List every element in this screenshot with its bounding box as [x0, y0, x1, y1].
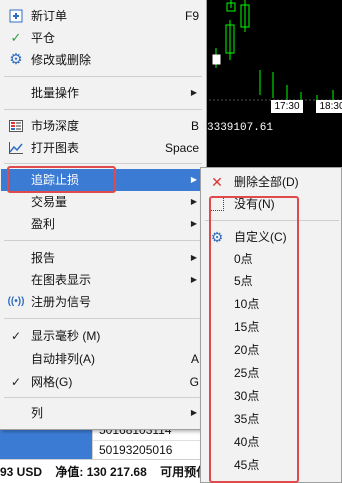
chart-lower-area — [205, 138, 342, 168]
menu-item-shortcut: F9 — [184, 9, 199, 23]
menu-item-label: 在图表显示 — [31, 273, 92, 287]
menu-item-report[interactable]: 报告 ▶ — [1, 247, 205, 269]
menu-item-label: 网格(G) — [31, 375, 73, 389]
menu-item-new-order[interactable]: 新订单 F9 — [1, 5, 205, 27]
submenu-arrow-icon: ▶ — [190, 275, 197, 284]
menu-item-label: 删除全部(D) — [234, 175, 299, 189]
menu-separator — [4, 109, 202, 110]
menu-item-volume[interactable]: 交易量 ▶ — [1, 191, 205, 213]
chart-icon — [8, 140, 24, 156]
menu-item-label: 自动排列(A) — [31, 352, 95, 366]
menu-item-shortcut: B — [190, 119, 199, 133]
highlight-annotation — [209, 196, 299, 483]
menu-item-market-depth[interactable]: 市场深度 B — [1, 115, 205, 137]
highlight-annotation — [7, 166, 116, 193]
submenu-arrow-icon: ▶ — [190, 197, 197, 206]
menu-item-register-signal[interactable]: ((•)) 注册为信号 — [1, 291, 205, 313]
submenu-arrow-icon: ▶ — [190, 253, 197, 262]
submenu-arrow-icon: ▶ — [190, 408, 197, 417]
delete-icon: ✕ — [211, 174, 223, 190]
submenu-arrow-icon: ▶ — [190, 219, 197, 228]
price-readout: 3339107.61 — [205, 118, 342, 138]
menu-item-label: 修改或删除 — [31, 53, 92, 67]
menu-item-label: 注册为信号 — [31, 295, 92, 309]
check-icon: ✓ — [10, 329, 22, 343]
equity-value: 净值: 130 217.68 — [55, 465, 147, 479]
submenu-arrow-icon: ▶ — [190, 175, 197, 184]
submenu-arrow-icon: ▶ — [190, 88, 197, 97]
menu-item-shortcut: Space — [164, 141, 199, 155]
menu-item-modify-delete[interactable]: ⚙ 修改或删除 — [1, 49, 205, 71]
menu-item-show-on-chart[interactable]: 在图表显示 ▶ — [1, 269, 205, 291]
time-label: 17:30 — [271, 100, 303, 113]
menu-item-auto-arrange[interactable]: 自动排列(A) A — [1, 348, 205, 370]
trailing-stop-submenu: ✕ 删除全部(D) 没有(N) ⚙ 自定义(C) 0点 5点 10点 15点 2… — [200, 167, 342, 483]
menu-item-label: 新订单 — [31, 9, 68, 23]
submenu-item-delete-all[interactable]: ✕ 删除全部(D) — [202, 171, 341, 193]
menu-item-label: 平仓 — [31, 31, 56, 45]
context-menu: 新订单 F9 ✓ 平仓 ⚙ 修改或删除 批量操作 ▶ 市场深度 B 打开图表 S… — [0, 0, 207, 430]
menu-item-grid[interactable]: ✓ 网格(G) G — [1, 371, 205, 393]
menu-item-shortcut: G — [189, 375, 199, 389]
price-chart[interactable]: 17:30 18:30 — [205, 0, 342, 118]
menu-item-label: 交易量 — [31, 195, 68, 209]
balance-value: 93 USD — [0, 465, 43, 479]
menu-item-bulk-operations[interactable]: 批量操作 ▶ — [1, 82, 205, 104]
menu-item-label: 批量操作 — [31, 86, 80, 100]
new-order-icon — [8, 8, 24, 24]
menu-item-shortcut: A — [190, 352, 199, 366]
gear-icon: ⚙ — [9, 51, 23, 68]
menu-item-open-chart[interactable]: 打开图表 Space — [1, 137, 205, 159]
time-label: 18:30 — [316, 100, 342, 113]
menu-item-label: 显示毫秒 (M) — [31, 329, 101, 343]
table-cell-selected — [0, 440, 92, 460]
menu-item-profit[interactable]: 盈利 ▶ — [1, 213, 205, 235]
candle-body — [212, 54, 221, 65]
menu-separator — [4, 240, 202, 241]
check-icon: ✓ — [10, 30, 22, 45]
menu-separator — [4, 163, 202, 164]
order-id-cell: 50193205016 — [92, 440, 202, 460]
menu-item-close-position[interactable]: ✓ 平仓 — [1, 27, 205, 49]
menu-separator — [4, 318, 202, 319]
menu-separator — [4, 397, 202, 398]
menu-item-label: 市场深度 — [31, 119, 80, 133]
menu-item-columns[interactable]: 列 ▶ — [1, 402, 205, 424]
signal-icon: ((•)) — [7, 296, 25, 307]
menu-item-show-milliseconds[interactable]: ✓ 显示毫秒 (M) — [1, 325, 205, 347]
menu-separator — [4, 76, 202, 77]
depth-icon — [8, 118, 24, 134]
menu-item-label: 列 — [31, 406, 44, 420]
menu-item-label: 报告 — [31, 251, 56, 265]
menu-item-label: 盈利 — [31, 217, 56, 231]
menu-item-label: 打开图表 — [31, 141, 80, 155]
check-icon: ✓ — [10, 375, 22, 389]
